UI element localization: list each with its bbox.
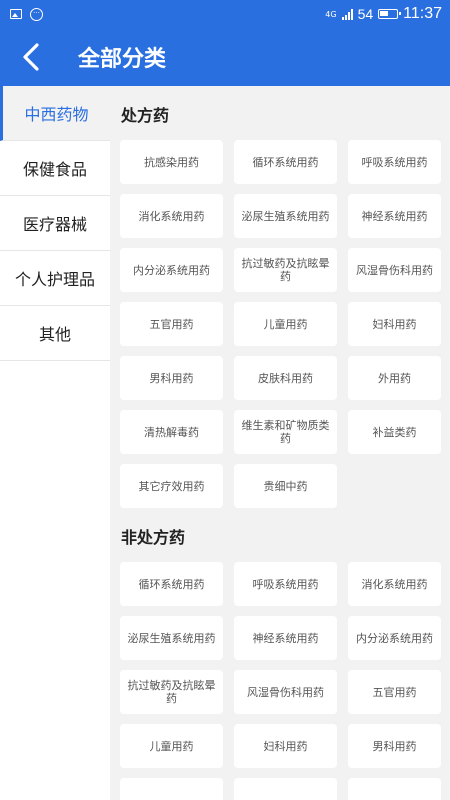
- category-tile[interactable]: 清热解毒药: [120, 410, 223, 454]
- category-tile[interactable]: 神经系统用药: [348, 194, 441, 238]
- page-title: 全部分类: [78, 47, 167, 72]
- category-sidebar: 中西药物 保健食品 医疗器械 个人护理品 其他: [0, 86, 110, 800]
- message-notification-icon: ···: [30, 7, 43, 21]
- battery-level: 54: [357, 6, 374, 22]
- category-tile[interactable]: 泌尿生殖系统用药: [234, 194, 337, 238]
- category-tile[interactable]: 神经系统用药: [234, 616, 337, 660]
- battery-icon: [378, 9, 402, 19]
- category-tile[interactable]: 抗过敏药及抗眩晕药: [234, 248, 337, 292]
- back-button[interactable]: [0, 28, 62, 86]
- category-tile[interactable]: 儿童用药: [234, 302, 337, 346]
- sidebar-item-other[interactable]: 其他: [0, 306, 110, 361]
- image-notification-icon: [10, 9, 22, 19]
- otc-grid: 循环系统用药 呼吸系统用药 消化系统用药 泌尿生殖系统用药 神经系统用药 内分泌…: [120, 562, 441, 800]
- category-tile[interactable]: 抗感染用药: [120, 140, 223, 184]
- category-tile[interactable]: 维生素和矿物质类药: [234, 410, 337, 454]
- sidebar-item-medical-devices[interactable]: 医疗器械: [0, 196, 110, 251]
- category-tile[interactable]: 内分泌系统用药: [348, 616, 441, 660]
- category-tile[interactable]: 五官用药: [348, 670, 441, 714]
- category-tile[interactable]: 消化系统用药: [348, 562, 441, 606]
- category-tile[interactable]: 其它疗效用药: [120, 464, 223, 508]
- status-bar: ··· 4G 54 11:37: [0, 0, 450, 28]
- category-tile[interactable]: 风湿骨伤科用药: [348, 248, 441, 292]
- category-tile[interactable]: 贵细中药: [234, 464, 337, 508]
- category-tile[interactable]: 泌尿生殖系统用药: [120, 616, 223, 660]
- section-title-otc: 非处方药: [121, 528, 186, 547]
- app-bar: 全部分类: [0, 28, 450, 86]
- category-tile[interactable]: [120, 778, 223, 800]
- category-tile[interactable]: 皮肤科用药: [234, 356, 337, 400]
- network-type: 4G: [325, 9, 337, 19]
- section-title-prescription: 处方药: [121, 106, 170, 125]
- category-tile[interactable]: 内分泌系统用药: [120, 248, 223, 292]
- category-tile[interactable]: 循环系统用药: [120, 562, 223, 606]
- category-tile[interactable]: 儿童用药: [120, 724, 223, 768]
- category-content: 处方药 抗感染用药 循环系统用药 呼吸系统用药 消化系统用药 泌尿生殖系统用药 …: [110, 86, 450, 800]
- category-tile[interactable]: 呼吸系统用药: [348, 140, 441, 184]
- category-tile[interactable]: 抗过敏药及抗眩晕药: [120, 670, 223, 714]
- category-tile[interactable]: 呼吸系统用药: [234, 562, 337, 606]
- category-tile[interactable]: 妇科用药: [348, 302, 441, 346]
- category-tile[interactable]: 妇科用药: [234, 724, 337, 768]
- category-tile[interactable]: [348, 778, 441, 800]
- sidebar-item-health-food[interactable]: 保健食品: [0, 141, 110, 196]
- chevron-left-icon: [23, 43, 39, 71]
- category-tile[interactable]: [234, 778, 337, 800]
- sidebar-item-western-chinese-medicine[interactable]: 中西药物: [0, 86, 110, 141]
- clock: 11:37: [403, 5, 442, 22]
- prescription-grid: 抗感染用药 循环系统用药 呼吸系统用药 消化系统用药 泌尿生殖系统用药 神经系统…: [120, 140, 441, 508]
- category-tile[interactable]: 补益类药: [348, 410, 441, 454]
- signal-icon: [341, 8, 353, 20]
- category-tile[interactable]: 男科用药: [348, 724, 441, 768]
- category-tile[interactable]: 男科用药: [120, 356, 223, 400]
- sidebar-item-personal-care[interactable]: 个人护理品: [0, 251, 110, 306]
- category-tile[interactable]: 五官用药: [120, 302, 223, 346]
- category-tile[interactable]: 外用药: [348, 356, 441, 400]
- category-tile[interactable]: 消化系统用药: [120, 194, 223, 238]
- category-tile[interactable]: 风湿骨伤科用药: [234, 670, 337, 714]
- category-tile[interactable]: 循环系统用药: [234, 140, 337, 184]
